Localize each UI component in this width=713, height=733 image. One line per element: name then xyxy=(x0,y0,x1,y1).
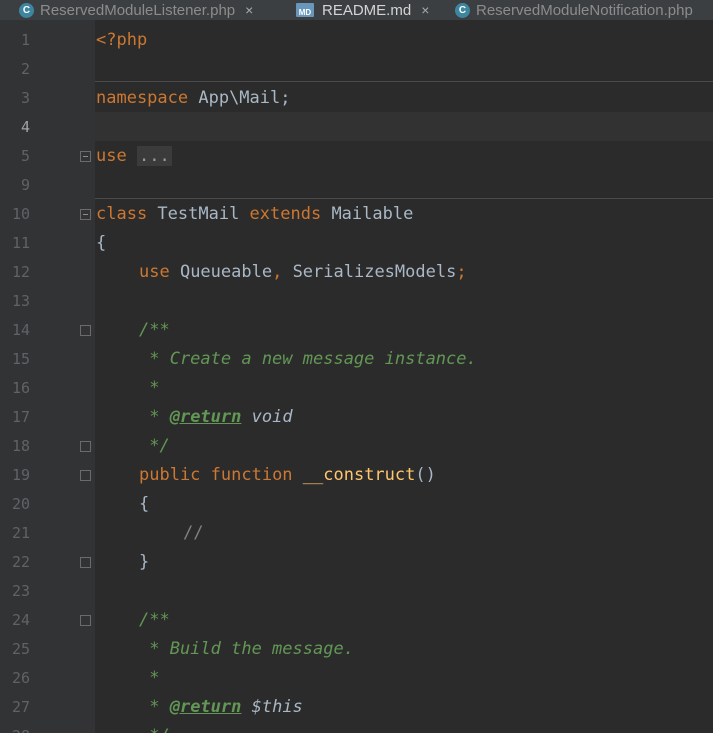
code-line: 9 xyxy=(0,171,713,200)
code-line: 11 { xyxy=(0,229,713,258)
line-number: 15 xyxy=(11,350,30,368)
tab-reserved-module-notification[interactable]: C ReservedModuleNotification.php xyxy=(455,0,693,20)
code-line: 16 * xyxy=(0,374,713,403)
docblock-return[interactable]: * @return void xyxy=(139,403,292,432)
code-line: 21 // xyxy=(0,519,713,548)
line-number: 22 xyxy=(11,553,30,571)
fold-toggle-icon[interactable] xyxy=(80,557,91,568)
code-line: 5 use ... xyxy=(0,142,713,171)
fold-toggle-icon[interactable] xyxy=(80,470,91,481)
tab-reserved-module-listener[interactable]: C ReservedModuleListener.php × xyxy=(19,0,253,20)
docblock-close[interactable]: */ xyxy=(139,432,169,461)
code-line: 3 namespace App\Mail; xyxy=(0,84,713,113)
line-number: 27 xyxy=(11,698,30,716)
code-line: 12 use Queueable, SerializesModels; xyxy=(0,258,713,287)
code-line: 22 } xyxy=(0,548,713,577)
fold-toggle-icon[interactable] xyxy=(80,209,91,220)
line-number: 28 xyxy=(0,722,30,733)
php-open-tag[interactable]: <?php xyxy=(96,26,147,55)
docblock-description[interactable]: * Build the message. xyxy=(139,635,354,664)
line-number: 17 xyxy=(11,408,30,426)
line-number: 11 xyxy=(11,234,30,252)
line-number: 19 xyxy=(11,466,30,484)
line-number: 2 xyxy=(20,60,30,78)
code-line: 4 xyxy=(0,113,713,142)
line-number: 12 xyxy=(11,263,30,281)
docblock-open[interactable]: /** xyxy=(139,316,170,345)
editor-tab-bar: C ReservedModuleListener.php × MD README… xyxy=(0,0,713,21)
code-line: 14 /** xyxy=(0,316,713,345)
docblock-line[interactable]: * xyxy=(139,664,159,693)
code-line: 15 * Create a new message instance. xyxy=(0,345,713,374)
fold-toggle-icon[interactable] xyxy=(80,615,91,626)
code-line: 19 public function __construct() xyxy=(0,461,713,490)
line-number: 3 xyxy=(20,89,30,107)
tab-label: ReservedModuleNotification.php xyxy=(476,1,693,19)
line-number: 23 xyxy=(11,582,30,600)
close-tab-icon[interactable]: × xyxy=(421,2,429,18)
fold-toggle-icon[interactable] xyxy=(80,151,91,162)
line-number: 13 xyxy=(11,292,30,310)
line-number: 10 xyxy=(11,205,30,223)
tab-readme[interactable]: MD README.md × xyxy=(296,0,429,20)
code-line: 26 * xyxy=(0,664,713,693)
line-number: 16 xyxy=(11,379,30,397)
code-line: 2 xyxy=(0,55,713,84)
docblock-close[interactable]: */ xyxy=(139,722,169,733)
code-line: 24 /** xyxy=(0,606,713,635)
docblock-return[interactable]: * @return $this xyxy=(139,693,303,722)
fold-toggle-icon[interactable] xyxy=(80,441,91,452)
line-number: 14 xyxy=(11,321,30,339)
line-number: 24 xyxy=(11,611,30,629)
use-statements-folded[interactable]: use ... xyxy=(96,142,172,171)
code-line: 28 */ xyxy=(0,722,713,733)
namespace-statement[interactable]: namespace App\Mail; xyxy=(96,84,290,113)
fold-toggle-icon[interactable] xyxy=(80,325,91,336)
line-number: 1 xyxy=(20,31,30,49)
php-class-icon: C xyxy=(455,2,470,18)
line-number: 25 xyxy=(11,640,30,658)
line-comment[interactable]: // xyxy=(183,519,203,548)
constructor-declaration[interactable]: public function __construct() xyxy=(139,461,436,490)
code-line: 18 */ xyxy=(0,432,713,461)
code-line: 20 { xyxy=(0,490,713,519)
open-brace[interactable]: { xyxy=(139,490,149,519)
open-brace[interactable]: { xyxy=(96,229,106,258)
docblock-description[interactable]: * Create a new message instance. xyxy=(139,345,477,374)
tab-label: README.md xyxy=(322,1,412,19)
line-number: 5 xyxy=(20,147,30,165)
class-declaration[interactable]: class TestMail extends Mailable xyxy=(96,200,413,229)
docblock-line[interactable]: * xyxy=(139,374,159,403)
code-line: 17 * @return void xyxy=(0,403,713,432)
code-line: 25 * Build the message. xyxy=(0,635,713,664)
php-class-icon: C xyxy=(19,2,34,18)
line-number: 21 xyxy=(11,524,30,542)
close-tab-icon[interactable]: × xyxy=(245,2,253,18)
close-brace[interactable]: } xyxy=(139,548,149,577)
code-line: 27 * @return $this xyxy=(0,693,713,722)
markdown-file-icon: MD xyxy=(296,3,314,17)
line-number: 18 xyxy=(11,437,30,455)
tab-label: ReservedModuleListener.php xyxy=(40,1,236,19)
line-number: 4 xyxy=(20,118,30,136)
line-number: 26 xyxy=(11,669,30,687)
code-line: 1 <?php xyxy=(0,26,713,55)
code-line: 13 xyxy=(0,287,713,316)
code-line: 10 class TestMail extends Mailable xyxy=(0,200,713,229)
line-number: 20 xyxy=(11,495,30,513)
folded-region: ... xyxy=(136,146,172,166)
line-number: 9 xyxy=(20,176,30,194)
docblock-open[interactable]: /** xyxy=(139,606,170,635)
code-line: 23 xyxy=(0,577,713,606)
trait-use-statement[interactable]: use Queueable, SerializesModels; xyxy=(139,258,467,287)
